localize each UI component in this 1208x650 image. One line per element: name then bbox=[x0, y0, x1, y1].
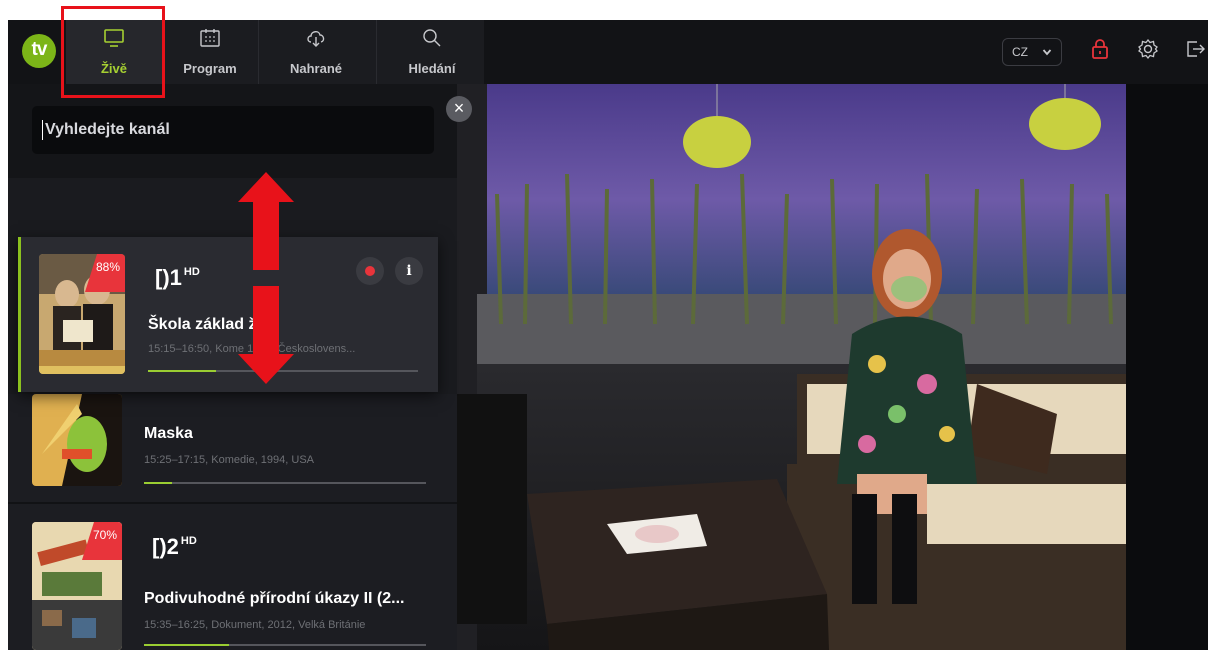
program-progress-bar bbox=[148, 370, 418, 372]
program-title: Maska bbox=[144, 425, 193, 442]
channel-number: 1 bbox=[169, 265, 182, 290]
channel-card[interactable]: 70% [)2 HD Podivuhodné přírodní úkazy II … bbox=[8, 504, 457, 650]
close-panel-button[interactable]: × bbox=[446, 96, 472, 122]
logout-icon[interactable] bbox=[1184, 38, 1206, 60]
nav-divider bbox=[376, 20, 377, 84]
program-progress-fill bbox=[148, 370, 216, 372]
nav-search[interactable]: Hledání bbox=[384, 20, 480, 84]
language-value: CZ bbox=[1012, 45, 1028, 59]
calendar-icon bbox=[200, 29, 220, 47]
program-poster: 88% bbox=[39, 254, 125, 374]
nav-search-label: Hledání bbox=[408, 61, 456, 76]
poster-image bbox=[32, 394, 122, 486]
search-placeholder: Vyhledejte kanál bbox=[45, 121, 170, 138]
search-area: Vyhledejte kanál bbox=[8, 84, 457, 178]
top-bar: tv Živě Program Nahrané Hledání CZ bbox=[8, 20, 1208, 84]
channel-logo-bracket: [) bbox=[155, 265, 170, 290]
info-button[interactable]: i bbox=[395, 257, 423, 285]
tv-app-window: tv Živě Program Nahrané Hledání CZ Vyhle… bbox=[8, 20, 1208, 650]
program-poster: 70% bbox=[32, 522, 122, 650]
channel-logo: [)1 HD bbox=[155, 265, 200, 291]
nav-recorded[interactable]: Nahrané bbox=[268, 20, 364, 84]
search-icon bbox=[423, 29, 441, 47]
nav-divider bbox=[258, 20, 259, 84]
nav-program[interactable]: Program bbox=[162, 20, 258, 84]
program-progress-fill bbox=[144, 482, 173, 484]
channel-logo-bracket: [) bbox=[152, 534, 167, 559]
program-title: Podivuhodné přírodní úkazy II (2... bbox=[144, 590, 405, 607]
program-meta: 15:25–17:15, Komedie, 1994, USA bbox=[144, 454, 315, 466]
nav-recorded-label: Nahrané bbox=[289, 61, 343, 76]
channel-search-input[interactable]: Vyhledejte kanál bbox=[32, 106, 434, 154]
program-progress-bar bbox=[144, 482, 426, 484]
channel-number: 2 bbox=[166, 534, 179, 559]
record-button[interactable] bbox=[356, 257, 384, 285]
program-meta: 15:15–16:50, Kome 1938, Českoslovens... bbox=[148, 343, 356, 355]
chevron-down-icon bbox=[1042, 49, 1052, 56]
record-icon bbox=[365, 266, 375, 276]
close-icon: × bbox=[453, 98, 465, 118]
text-caret bbox=[42, 119, 43, 140]
nav-program-label: Program bbox=[183, 61, 237, 76]
info-icon: i bbox=[406, 263, 412, 279]
video-frame bbox=[457, 84, 1126, 650]
language-select[interactable]: CZ bbox=[1002, 38, 1062, 66]
gear-icon[interactable] bbox=[1137, 38, 1159, 60]
hd-badge: HD bbox=[183, 266, 200, 278]
video-player[interactable] bbox=[457, 84, 1126, 650]
program-poster bbox=[32, 394, 122, 486]
cloud-download-icon bbox=[307, 31, 325, 47]
hd-badge: HD bbox=[180, 535, 197, 547]
program-progress-bar bbox=[144, 644, 426, 646]
annotation-highlight-box bbox=[61, 6, 165, 98]
brand-logo[interactable]: tv bbox=[22, 34, 56, 68]
channel-logo: [)2 HD bbox=[152, 534, 197, 560]
channel-card-active[interactable]: 88% [)1 HD i Škola základ ž ta 15:15–16:5… bbox=[18, 237, 438, 392]
program-progress-fill bbox=[144, 644, 229, 646]
program-title: Škola základ ž ta bbox=[148, 316, 276, 333]
lock-icon[interactable] bbox=[1090, 38, 1110, 60]
channel-card[interactable]: Maska 15:25–17:15, Komedie, 1994, USA bbox=[8, 394, 457, 502]
program-meta: 15:35–16:25, Dokument, 2012, Velká Britá… bbox=[144, 619, 366, 631]
